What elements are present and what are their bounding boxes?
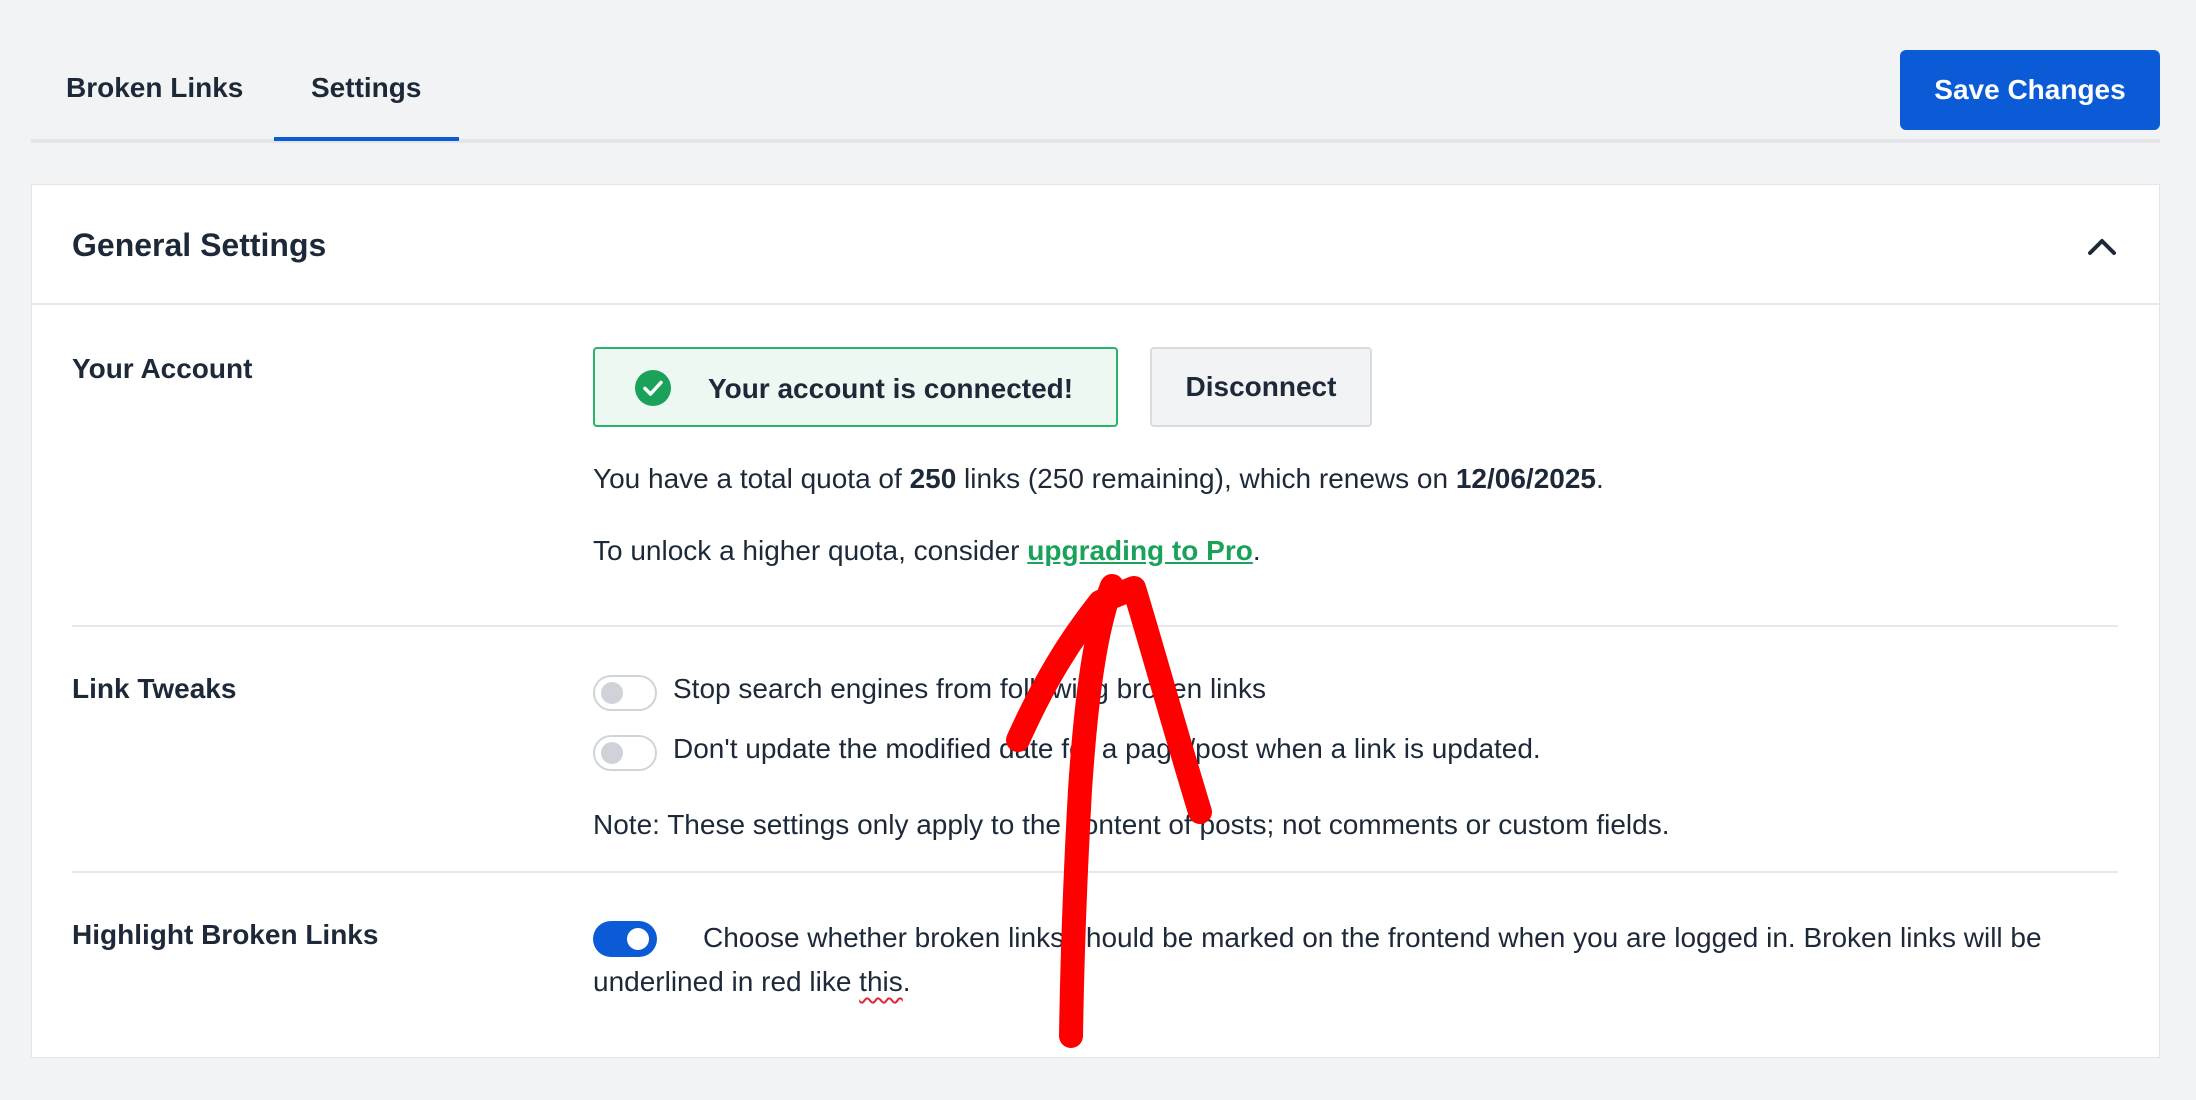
toggle-knob [601,682,623,704]
chevron-up-icon[interactable] [2082,231,2122,261]
your-account-label: Your Account [72,353,253,384]
link-tweaks-note: Note: These settings only apply to the c… [593,809,1670,840]
quota-suffix: . [1595,463,1604,494]
card-header[interactable]: General Settings [32,185,2159,305]
link-tweaks-label: Link Tweaks [72,673,237,704]
quota-prefix: You have a total quota of [593,463,910,494]
tab-broken-links[interactable]: Broken Links [66,72,243,104]
highlight-text-end: . [902,966,911,997]
modified-date-toggle[interactable] [593,735,657,771]
quota-middle: links (250 remaining), which renews on [956,463,1456,494]
tab-bar: Broken Links Settings [31,0,2160,143]
nofollow-option-text: Stop search engines from following broke… [673,673,1266,704]
card-title: General Settings [72,227,327,263]
highlight-text-main: Choose whether broken links should be ma… [593,922,2042,997]
quota-total: 250 [909,463,957,494]
upgrade-to-pro-link[interactable]: upgrading to Pro [1027,535,1253,566]
unlock-text: To unlock a higher quota, consider upgra… [593,535,1261,567]
renew-date: 12/06/2025 [1455,463,1596,494]
quota-text: You have a total quota of 250 links (250… [593,463,1604,495]
general-settings-card: General Settings Your Account Your accou… [31,184,2160,1058]
broken-link-example: this [859,966,903,997]
settings-page: Broken Links Settings Save Changes Gener… [0,0,2196,1100]
modified-date-option-text: Don't update the modified date for a pag… [673,733,1541,764]
toggle-knob [601,742,623,764]
highlight-description: Choose whether broken links should be ma… [593,916,2113,1004]
account-connected-notice: Your account is connected! [593,347,1118,427]
active-tab-indicator [274,137,459,141]
tab-settings[interactable]: Settings [311,72,421,104]
section-divider [72,871,2118,873]
account-status-text: Your account is connected! [708,373,1074,404]
unlock-suffix: . [1252,535,1261,566]
highlight-broken-links-label: Highlight Broken Links [72,919,379,950]
nofollow-toggle[interactable] [593,675,657,711]
save-changes-button[interactable]: Save Changes [1900,50,2160,130]
unlock-prefix: To unlock a higher quota, consider [593,535,1028,566]
disconnect-button[interactable]: Disconnect [1150,347,1372,427]
section-divider [72,625,2118,627]
check-circle-icon [635,370,671,406]
